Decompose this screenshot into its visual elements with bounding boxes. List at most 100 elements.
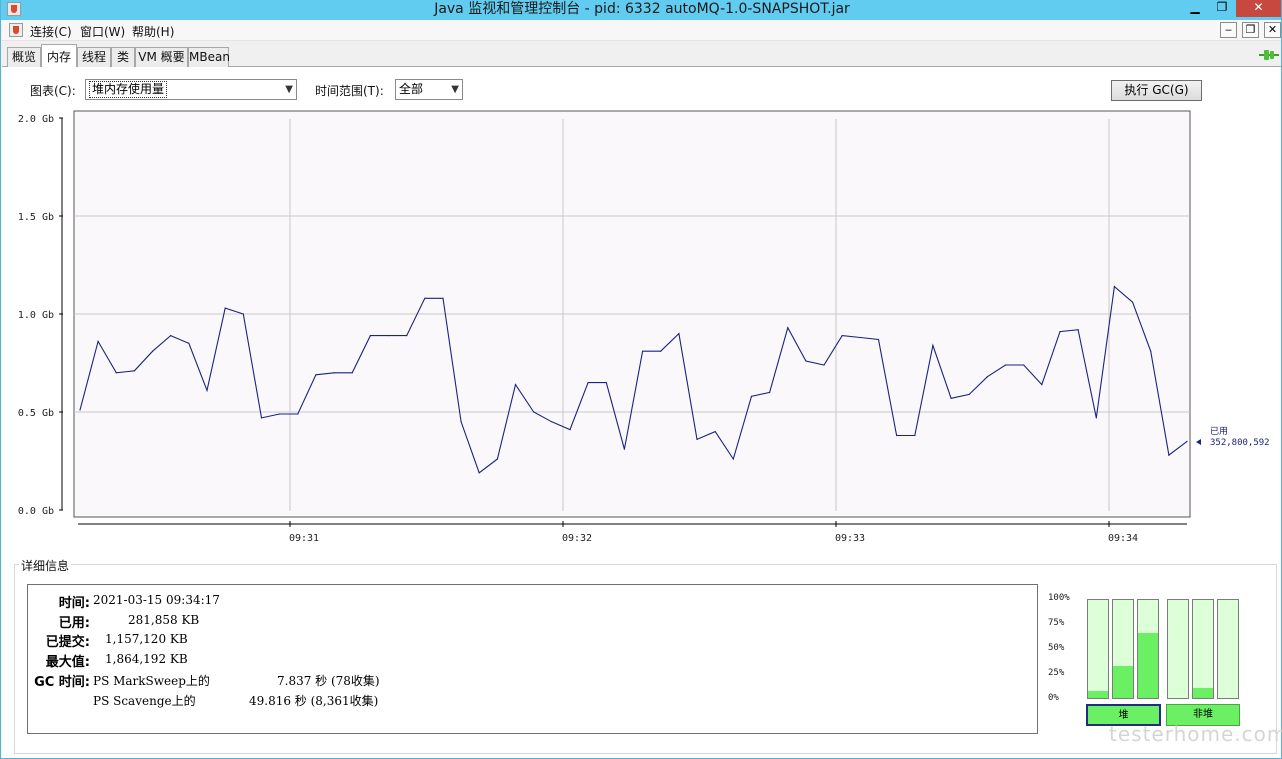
data-point — [1186, 440, 1188, 442]
data-point — [206, 389, 208, 391]
data-point — [732, 458, 734, 460]
data-point — [587, 382, 589, 384]
inner-close-button[interactable]: ✕ — [1264, 22, 1281, 38]
time-range-label: 时间范围(T): — [315, 84, 384, 98]
data-point — [986, 376, 989, 378]
used-label: 已用: — [58, 616, 90, 631]
perform-gc-button[interactable]: 执行 GC(G) — [1111, 80, 1202, 101]
chart-select-label: 图表(C): — [30, 84, 76, 98]
maximize-button[interactable]: ❐ — [1209, 0, 1235, 17]
menu-connection[interactable]: 连接(C) — [30, 23, 72, 40]
chart-svg: 2.0 Gb 1.5 Gb 1.0 Gb 0.5 Gb 0.0 Gb 09:31 09:3… — [18, 110, 1270, 544]
data-point — [750, 395, 753, 397]
tab-classes[interactable]: 类 — [111, 47, 135, 67]
chart-controls: 图表(C): 堆内存使用量 ▼ 时间范围(T): 全部 ▼ 执行 GC(G) — [2, 67, 1281, 107]
memory-chart: 2.0 Gb 1.5 Gb 1.0 Gb 0.5 Gb 0.0 Gb 09:31 09:3… — [2, 107, 1281, 552]
data-point — [442, 297, 444, 299]
data-point — [152, 350, 154, 352]
tab-bar: 概览 内存 线程 类 VM 概要 MBean — [2, 41, 1281, 68]
data-point — [1150, 350, 1152, 352]
x-tick-label: 09:32 — [562, 533, 592, 544]
data-point — [351, 372, 353, 374]
chevron-down-icon: ▼ — [285, 84, 293, 95]
title-bar: Java 监视和管理控制台 - pid: 6332 autoMQ-1.0-SNA… — [1, 0, 1281, 20]
chevron-down-icon: ▼ — [451, 84, 459, 95]
tab-vm-summary[interactable]: VM 概要 — [135, 47, 188, 67]
data-point — [279, 413, 281, 415]
data-point — [170, 335, 172, 337]
data-point — [642, 350, 644, 352]
data-point — [188, 342, 190, 344]
nonheap-pool-bar[interactable] — [1167, 599, 1189, 699]
data-point — [841, 335, 843, 337]
tab-threads[interactable]: 线程 — [77, 47, 111, 67]
data-point — [97, 340, 99, 342]
menu-help[interactable]: 帮助(H) — [132, 23, 174, 40]
details-panel: 详细信息 时间: 2021-03-15 09:34:17 已用: 281,858… — [2, 552, 1281, 758]
inner-minimize-button[interactable]: ‒ — [1220, 22, 1237, 38]
used-value: 281,858 KB — [128, 613, 200, 627]
minimize-button[interactable]: ▁ — [1182, 0, 1208, 17]
data-point — [1004, 364, 1007, 366]
max-value: 1,864,192 KB — [105, 652, 188, 666]
data-point — [533, 411, 535, 413]
data-point — [514, 384, 517, 386]
tab-overview[interactable]: 概览 — [7, 47, 41, 67]
chart-select-value: 堆内存使用量 — [89, 81, 168, 98]
pct-label-100: 100% — [1048, 593, 1070, 603]
nonheap-pool-bar[interactable] — [1217, 599, 1239, 699]
data-point — [1041, 384, 1043, 386]
pct-label-75: 75% — [1048, 618, 1065, 628]
details-info-box: 时间: 2021-03-15 09:34:17 已用: 281,858 KB 已… — [27, 584, 1038, 734]
data-point — [496, 458, 498, 460]
chart-select[interactable]: 堆内存使用量 ▼ — [85, 79, 297, 100]
details-title: 详细信息 — [19, 557, 72, 574]
x-tick-label: 09:34 — [1108, 533, 1138, 544]
heap-pool-bar[interactable] — [1087, 599, 1109, 699]
current-value-marker-icon — [1196, 439, 1201, 445]
data-point — [623, 448, 626, 450]
y-tick-label: 1.5 Gb — [18, 212, 54, 223]
connection-status-icon — [1259, 50, 1279, 60]
data-point — [551, 421, 553, 423]
pct-label-50: 50% — [1048, 643, 1065, 653]
menu-window[interactable]: 窗口(W) — [80, 23, 125, 40]
data-point — [133, 370, 135, 372]
data-point — [1023, 364, 1025, 366]
tab-mbean[interactable]: MBean — [188, 47, 230, 67]
x-tick-label: 09:31 — [289, 533, 319, 544]
data-point — [914, 434, 916, 437]
document-icon[interactable] — [9, 23, 23, 37]
pct-label-25: 25% — [1048, 668, 1065, 678]
gc-scavenge-value: 49.816 秒 (8,361收集) — [249, 694, 379, 708]
data-point — [678, 333, 680, 335]
inner-restore-button[interactable]: ❐ — [1242, 22, 1259, 38]
data-point — [315, 374, 317, 376]
close-button[interactable]: ✕ — [1236, 0, 1281, 17]
data-point — [950, 397, 952, 399]
data-point — [1113, 286, 1115, 288]
nonheap-pool-bar[interactable] — [1192, 599, 1214, 699]
data-point — [1077, 329, 1079, 331]
data-point — [896, 434, 898, 437]
max-label: 最大值: — [45, 655, 90, 670]
heap-pool-bar[interactable] — [1137, 599, 1159, 699]
data-point — [1095, 417, 1097, 419]
time-range-select[interactable]: 全部 ▼ — [395, 79, 463, 100]
data-point — [478, 472, 480, 474]
window-title: Java 监视和管理控制台 - pid: 6332 autoMQ-1.0-SNA… — [434, 1, 850, 17]
data-point — [932, 344, 934, 346]
tab-memory[interactable]: 内存 — [41, 44, 77, 68]
x-tick-label: 09:33 — [835, 533, 865, 544]
application-window: Java 监视和管理控制台 - pid: 6332 autoMQ-1.0-SNA… — [0, 0, 1282, 759]
data-point — [242, 313, 244, 315]
current-value-label: 已用 — [1210, 426, 1228, 437]
data-point — [1059, 331, 1061, 333]
heap-pool-bar[interactable] — [1112, 599, 1134, 699]
memory-pools-chart: 100% 75% 50% 25% 0% 堆 非堆 — [1042, 592, 1252, 732]
data-point — [297, 413, 299, 415]
gc-marksweep-value: 7.837 秒 (78收集) — [277, 674, 380, 688]
data-point — [260, 417, 263, 419]
data-point — [787, 327, 789, 329]
data-point — [460, 421, 462, 423]
